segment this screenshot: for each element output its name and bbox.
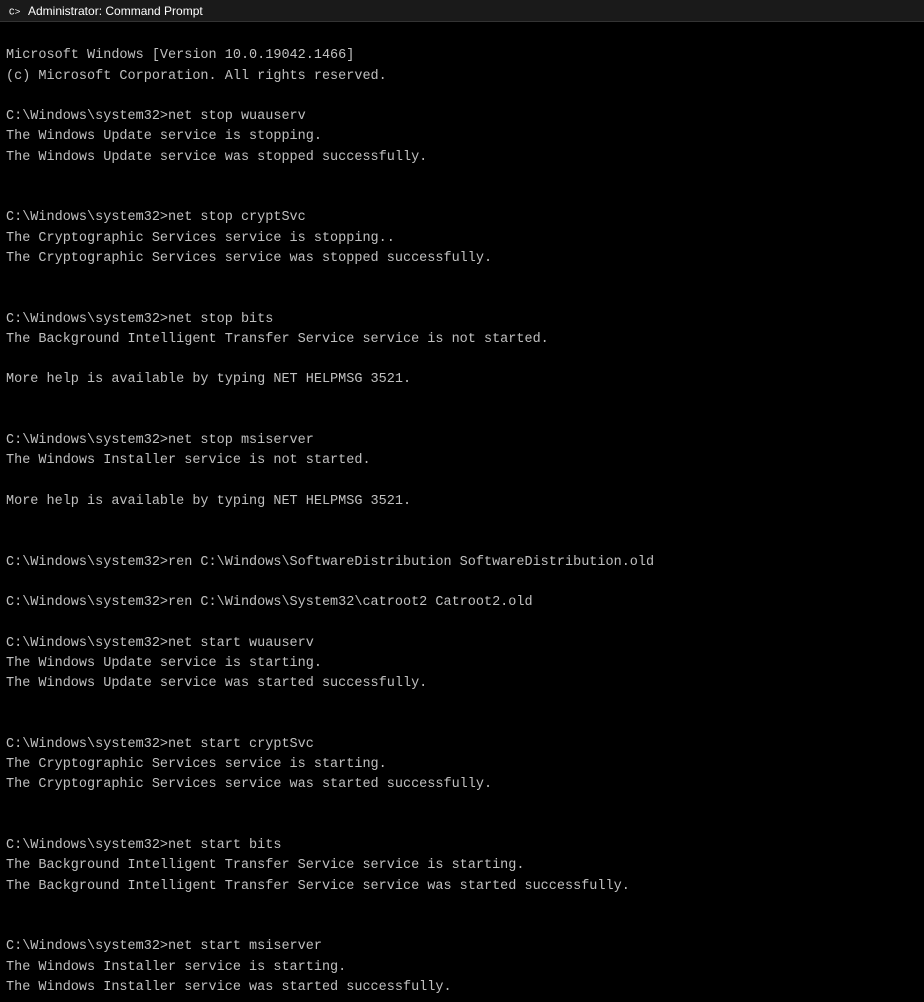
- console-line: The Background Intelligent Transfer Serv…: [6, 856, 918, 876]
- console-line: More help is available by typing NET HEL…: [6, 492, 918, 512]
- blank-line: [6, 532, 918, 552]
- cmd-icon: C>: [8, 4, 22, 18]
- blank-line: [6, 573, 918, 593]
- blank-line: [6, 715, 918, 735]
- blank-line: [6, 350, 918, 370]
- console-line: C:\Windows\system32>ren C:\Windows\Syste…: [6, 593, 918, 613]
- blank-line: [6, 168, 918, 188]
- console-line: C:\Windows\system32>net stop msiserver: [6, 431, 918, 451]
- console-line: The Windows Installer service is startin…: [6, 958, 918, 978]
- blank-line: [6, 411, 918, 431]
- blank-line: [6, 897, 918, 917]
- console-line: C:\Windows\system32>net start cryptSvc: [6, 735, 918, 755]
- title-bar-text: Administrator: Command Prompt: [28, 4, 916, 18]
- blank-line: [6, 188, 918, 208]
- blank-line: [6, 391, 918, 411]
- console-line: The Cryptographic Services service is st…: [6, 229, 918, 249]
- console-line: (c) Microsoft Corporation. All rights re…: [6, 67, 918, 87]
- console-line: The Cryptographic Services service was s…: [6, 249, 918, 269]
- blank-line: [6, 796, 918, 816]
- svg-text:C>: C>: [9, 6, 21, 17]
- console-line: C:\Windows\system32>ren C:\Windows\Softw…: [6, 553, 918, 573]
- console-line: The Windows Update service was started s…: [6, 674, 918, 694]
- console-line: The Windows Installer service is not sta…: [6, 451, 918, 471]
- blank-line: [6, 87, 918, 107]
- console-line: The Windows Update service was stopped s…: [6, 148, 918, 168]
- console-line: The Windows Installer service was starte…: [6, 978, 918, 998]
- console-line: The Cryptographic Services service is st…: [6, 755, 918, 775]
- console-line: The Background Intelligent Transfer Serv…: [6, 877, 918, 897]
- console-line: The Cryptographic Services service was s…: [6, 775, 918, 795]
- console-line: The Windows Update service is starting.: [6, 654, 918, 674]
- blank-line: [6, 917, 918, 937]
- blank-line: [6, 613, 918, 633]
- console-line: Microsoft Windows [Version 10.0.19042.14…: [6, 46, 918, 66]
- console-line: C:\Windows\system32>net stop cryptSvc: [6, 208, 918, 228]
- blank-line: [6, 694, 918, 714]
- blank-line: [6, 289, 918, 309]
- console-output: Microsoft Windows [Version 10.0.19042.14…: [0, 22, 924, 1002]
- console-line: C:\Windows\system32>net stop wuauserv: [6, 107, 918, 127]
- console-line: More help is available by typing NET HEL…: [6, 370, 918, 390]
- blank-line: [6, 472, 918, 492]
- blank-line: [6, 269, 918, 289]
- console-line: The Windows Update service is stopping.: [6, 127, 918, 147]
- console-line: C:\Windows\system32>net start wuauserv: [6, 634, 918, 654]
- blank-line: [6, 816, 918, 836]
- blank-line: [6, 512, 918, 532]
- console-line: C:\Windows\system32>net start bits: [6, 836, 918, 856]
- title-bar: C> Administrator: Command Prompt: [0, 0, 924, 22]
- console-line: C:\Windows\system32>net stop bits: [6, 310, 918, 330]
- console-line: The Background Intelligent Transfer Serv…: [6, 330, 918, 350]
- console-line: C:\Windows\system32>net start msiserver: [6, 937, 918, 957]
